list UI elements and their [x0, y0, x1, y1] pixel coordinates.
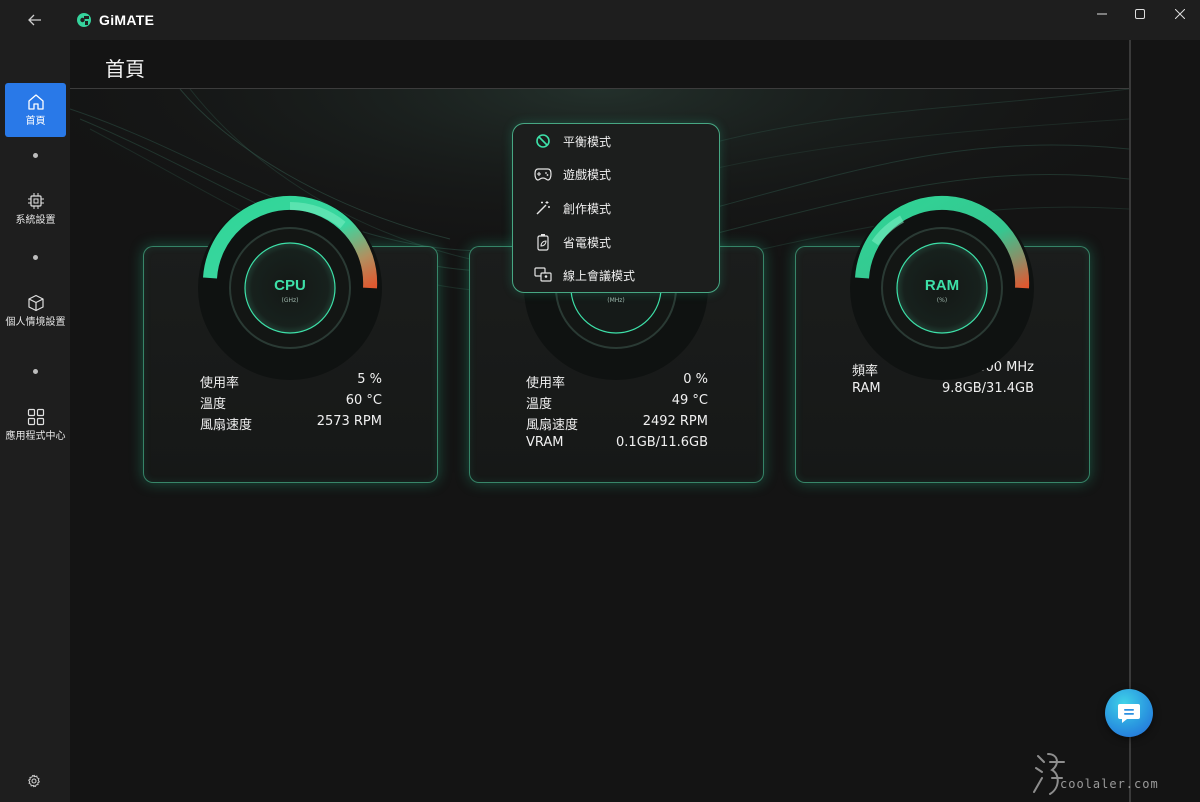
cpu-fan-speed-row: 風扇速度 2573 RPM — [200, 414, 382, 433]
sidebar-item-personal-profiles[interactable]: 個人情境設置 — [5, 294, 66, 350]
back-button[interactable] — [22, 8, 48, 32]
app-title: GiMATE — [99, 12, 155, 28]
sidebar-item-label: 首頁 — [25, 115, 46, 127]
gimate-logo — [77, 13, 91, 27]
maximize-button[interactable] — [1120, 4, 1160, 24]
sidebar-item-home[interactable]: 首頁 — [5, 83, 66, 137]
mode-item-power-saving[interactable]: 省電模式 — [533, 232, 611, 252]
app-window: GiMATE 首頁 系統設置 個人情境設置 應用程式中心 首頁 使用率 5 % … — [0, 0, 1200, 802]
ram-capacity-row: RAM 9.8GB/31.4GB — [852, 381, 1034, 396]
stat-value: 9.8GB/31.4GB — [942, 381, 1034, 396]
chip-icon — [27, 193, 44, 209]
close-button[interactable] — [1160, 4, 1200, 24]
sidebar-item-label: 應用程式中心 — [5, 431, 66, 442]
stat-value: 0.1GB/11.6GB — [616, 435, 708, 450]
grid-icon — [27, 408, 44, 426]
gpu-gauge-unit: (MHz) — [607, 297, 625, 304]
mode-item-creator[interactable]: 創作模式 — [533, 198, 611, 218]
sidebar-item-system-settings[interactable]: 系統設置 — [5, 192, 66, 236]
gpu-vram-row: VRAM 0.1GB/11.6GB — [526, 435, 708, 450]
maximize-icon — [1135, 9, 1145, 19]
stat-label: 溫度 — [526, 397, 553, 412]
sidebar-separator-dot — [33, 153, 38, 158]
magic-wand-icon — [533, 198, 553, 218]
chat-button[interactable] — [1105, 689, 1153, 737]
gpu-temperature-row: 溫度 49 °C — [526, 393, 708, 412]
ram-gauge-unit: (%) — [936, 297, 948, 304]
mode-item-label: 平衡模式 — [563, 134, 612, 149]
cpu-temperature-row: 溫度 60 °C — [200, 393, 382, 412]
chat-icon — [1118, 704, 1140, 723]
meeting-icon — [533, 265, 553, 285]
cpu-gauge-label: CPU — [274, 277, 306, 294]
sidebar-item-app-center[interactable]: 應用程式中心 — [5, 408, 66, 464]
mode-item-label: 省電模式 — [563, 235, 612, 250]
ram-gauge-label: RAM — [924, 277, 960, 294]
stat-value: 2573 RPM — [316, 414, 382, 429]
page-title: 首頁 — [105, 57, 145, 81]
gear-icon — [28, 774, 40, 788]
stat-label: 風扇速度 — [200, 418, 253, 433]
cpu-gauge-unit: (GHz) — [281, 297, 299, 304]
title-bar: GiMATE — [0, 0, 1200, 40]
stat-value: 60 °C — [345, 393, 382, 408]
settings-button[interactable] — [27, 773, 43, 789]
mode-item-label: 線上會議模式 — [563, 268, 636, 283]
battery-leaf-icon — [533, 232, 553, 252]
stat-value: 2492 RPM — [642, 414, 708, 429]
sidebar-separator-dot — [33, 369, 38, 374]
ram-gauge: RAM (%) — [847, 193, 1037, 383]
cpu-gauge: CPU (GHz) — [195, 193, 385, 383]
minimize-icon — [1097, 13, 1107, 15]
right-panel-divider — [1129, 40, 1200, 802]
stat-label: 溫度 — [200, 397, 227, 412]
sidebar-item-label: 系統設置 — [15, 215, 56, 226]
stat-value: 49 °C — [671, 393, 708, 408]
mode-menu: 平衡模式 遊戲模式 創作模式 省電模式 線上會議模式 — [512, 123, 720, 293]
watermark-text: coolaler.com — [1060, 777, 1159, 791]
sidebar: 首頁 系統設置 個人情境設置 應用程式中心 — [0, 40, 70, 802]
sidebar-separator-dot — [33, 255, 38, 260]
arrow-left-icon — [28, 14, 41, 26]
home-icon — [27, 93, 44, 110]
stat-label: RAM — [852, 381, 881, 396]
cube-icon — [27, 294, 44, 312]
minimize-button[interactable] — [1082, 4, 1122, 24]
mode-item-balance[interactable]: 平衡模式 — [533, 131, 611, 151]
mode-item-label: 遊戲模式 — [563, 167, 612, 182]
mode-item-meeting[interactable]: 線上會議模式 — [533, 265, 635, 285]
balance-icon — [533, 131, 553, 151]
mode-item-gaming[interactable]: 遊戲模式 — [533, 164, 611, 184]
gamepad-icon — [533, 164, 553, 184]
close-icon — [1175, 9, 1185, 19]
sidebar-item-label: 個人情境設置 — [5, 317, 66, 328]
mode-item-label: 創作模式 — [563, 201, 612, 216]
stat-label: 風扇速度 — [526, 418, 579, 433]
stat-label: VRAM — [526, 435, 564, 450]
gpu-fan-speed-row: 風扇速度 2492 RPM — [526, 414, 708, 433]
